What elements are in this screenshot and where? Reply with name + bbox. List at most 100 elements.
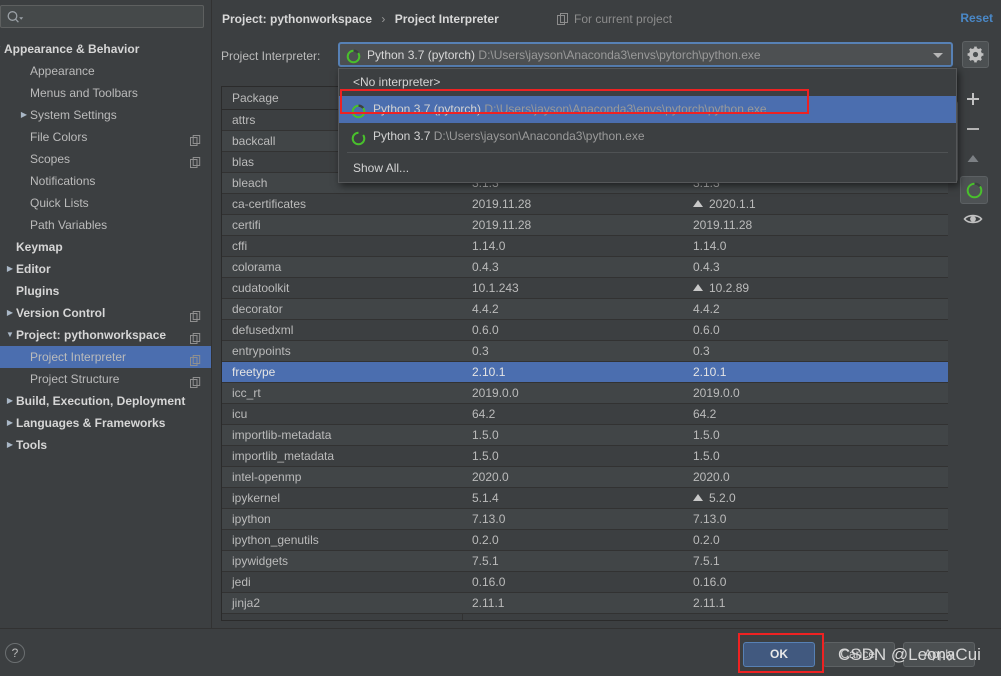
- sidebar-item-plugins[interactable]: Plugins: [0, 280, 211, 302]
- package-name: ipykernel: [232, 491, 281, 505]
- for-current-project-text: For current project: [574, 12, 673, 26]
- table-row[interactable]: intel-openmp 2020.0 2020.0: [222, 467, 954, 488]
- table-row[interactable]: entrypoints 0.3 0.3: [222, 341, 954, 362]
- install-package-button[interactable]: [960, 86, 988, 114]
- package-name: icu: [232, 407, 248, 421]
- settings-dialog: ▼Appearance & BehaviorAppearanceMenus an…: [0, 0, 1001, 676]
- sidebar-item-label: File Colors: [30, 130, 88, 144]
- dropdown-item-label: Python 3.7 (pytorch) D:\Users\jayson\Ana…: [373, 96, 767, 123]
- sidebar-item-path-variables[interactable]: Path Variables: [0, 214, 211, 236]
- table-row[interactable]: importlib-metadata 1.5.0 1.5.0: [222, 425, 954, 446]
- chevron-right-icon[interactable]: ▶: [4, 302, 16, 324]
- show-environment-button[interactable]: [960, 176, 988, 204]
- sidebar-item-menus-and-toolbars[interactable]: Menus and Toolbars: [0, 82, 211, 104]
- sidebar-item-keymap[interactable]: Keymap: [0, 236, 211, 258]
- project-interpreter-value: Python 3.7 (pytorch) D:\Users\jayson\Ana…: [367, 44, 761, 65]
- search-input[interactable]: [25, 6, 200, 27]
- show-early-releases-button[interactable]: [960, 206, 988, 234]
- package-name: cffi: [232, 239, 248, 253]
- sidebar-item-editor[interactable]: ▶ Editor: [0, 258, 211, 280]
- package-version: 0.16.0: [472, 575, 506, 589]
- table-row[interactable]: ca-certificates 2019.11.28 2020.1.1: [222, 194, 954, 215]
- copy-icon: [557, 13, 569, 29]
- project-interpreter-combobox[interactable]: Python 3.7 (pytorch) D:\Users\jayson\Ana…: [338, 42, 953, 67]
- interpreter-name: Python 3.7 (pytorch): [367, 48, 476, 62]
- table-row[interactable]: freetype 2.10.1 2.10.1: [222, 362, 954, 383]
- interpreter-dropdown-popup[interactable]: <No interpreter> Python 3.7 (pytorch) D:\…: [338, 68, 957, 183]
- uninstall-package-button[interactable]: [960, 116, 988, 144]
- apply-button[interactable]: Apply: [903, 642, 975, 667]
- packages-row-list: attrs backcall blas bleach 3.1.3 3.1.3 ca-cert…: [222, 110, 954, 614]
- table-row[interactable]: ipython 7.13.0 7.13.0: [222, 509, 954, 530]
- table-row[interactable]: defusedxml 0.6.0 0.6.0: [222, 320, 954, 341]
- table-row[interactable]: ipywidgets 7.5.1 7.5.1: [222, 551, 954, 572]
- package-name: importlib_metadata: [232, 449, 335, 463]
- dropdown-item[interactable]: Show All...: [339, 155, 956, 182]
- sidebar-item-project-pythonworkspace[interactable]: ▼ Project: pythonworkspace: [0, 324, 211, 346]
- sidebar-item-appearance-behavior[interactable]: ▼Appearance & Behavior: [0, 38, 211, 60]
- table-row[interactable]: importlib_metadata 1.5.0 1.5.0: [222, 446, 954, 467]
- sidebar-item-tools[interactable]: ▶ Tools: [0, 434, 211, 456]
- sidebar-item-system-settings[interactable]: ▶ System Settings: [0, 104, 211, 126]
- table-row[interactable]: cudatoolkit 10.1.243 10.2.89: [222, 278, 954, 299]
- sidebar-item-scopes[interactable]: Scopes: [0, 148, 211, 170]
- package-name: ipython: [232, 512, 271, 526]
- sidebar-item-quick-lists[interactable]: Quick Lists: [0, 192, 211, 214]
- table-row[interactable]: jinja2 2.11.1 2.11.1: [222, 593, 954, 614]
- chevron-down-icon[interactable]: ▼: [4, 324, 16, 346]
- table-row[interactable]: icu 64.2 64.2: [222, 404, 954, 425]
- package-version: 0.3: [472, 344, 489, 358]
- dropdown-item[interactable]: Python 3.7 (pytorch) D:\Users\jayson\Ana…: [339, 96, 956, 123]
- dialog-button-bar: ? OK Cancel Apply: [0, 628, 1001, 676]
- sidebar-item-file-colors[interactable]: File Colors: [0, 126, 211, 148]
- sidebar-item-notifications[interactable]: Notifications: [0, 170, 211, 192]
- chevron-right-icon[interactable]: ▶: [4, 412, 16, 434]
- upgrade-package-button[interactable]: [960, 146, 988, 174]
- chevron-right-icon[interactable]: ▶: [4, 390, 16, 412]
- table-row[interactable]: cffi 1.14.0 1.14.0: [222, 236, 954, 257]
- package-latest-version: 0.3: [693, 344, 710, 358]
- chevron-right-icon[interactable]: ▶: [4, 434, 16, 456]
- interpreter-settings-button[interactable]: [962, 41, 989, 68]
- package-latest-version: 4.4.2: [693, 302, 720, 316]
- table-row[interactable]: colorama 0.4.3 0.4.3: [222, 257, 954, 278]
- ok-button[interactable]: OK: [743, 642, 815, 667]
- table-row[interactable]: decorator 4.4.2 4.4.2: [222, 299, 954, 320]
- package-name: entrypoints: [232, 344, 291, 358]
- dropdown-item[interactable]: Python 3.7 D:\Users\jayson\Anaconda3\pyt…: [339, 123, 956, 150]
- settings-search-box[interactable]: [0, 5, 204, 28]
- sidebar-item-project-structure[interactable]: Project Structure: [0, 368, 211, 390]
- help-button[interactable]: ?: [5, 643, 25, 663]
- packages-toolbar: [960, 86, 991, 621]
- package-latest-version: 2020.0: [693, 470, 730, 484]
- cancel-button[interactable]: Cancel: [823, 642, 895, 667]
- copy-icon: [190, 329, 201, 344]
- copy-icon: [190, 307, 201, 322]
- chevron-down-icon[interactable]: [933, 53, 943, 58]
- sidebar-item-label: Plugins: [16, 284, 60, 298]
- package-version: 2019.11.28: [472, 218, 532, 232]
- table-row[interactable]: jedi 0.16.0 0.16.0: [222, 572, 954, 593]
- breadcrumb-root[interactable]: Project: pythonworkspace: [222, 12, 372, 26]
- column-header-package[interactable]: Package: [232, 87, 279, 109]
- table-row[interactable]: ipykernel 5.1.4 5.2.0: [222, 488, 954, 509]
- dropdown-item[interactable]: <No interpreter>: [339, 69, 956, 96]
- package-version: 7.5.1: [472, 554, 499, 568]
- sidebar-item-build-execution-deployment[interactable]: ▶ Build, Execution, Deployment: [0, 390, 211, 412]
- sidebar-item-appearance[interactable]: Appearance: [0, 60, 211, 82]
- package-version: 1.5.0: [472, 428, 499, 442]
- sidebar-item-version-control[interactable]: ▶ Version Control: [0, 302, 211, 324]
- package-version: 7.13.0: [472, 512, 506, 526]
- reset-link[interactable]: Reset: [960, 10, 993, 26]
- table-row[interactable]: ipython_genutils 0.2.0 0.2.0: [222, 530, 954, 551]
- sidebar-item-languages-frameworks[interactable]: ▶ Languages & Frameworks: [0, 412, 211, 434]
- table-row[interactable]: icc_rt 2019.0.0 2019.0.0: [222, 383, 954, 404]
- chevron-right-icon[interactable]: ▶: [4, 258, 16, 280]
- chevron-right-icon[interactable]: ▶: [18, 104, 30, 126]
- dropdown-item-name: Python 3.7 (pytorch): [373, 102, 482, 116]
- sidebar-item-label: Languages & Frameworks: [16, 416, 166, 430]
- package-latest-version: 64.2: [693, 407, 717, 421]
- package-name: jinja2: [232, 596, 261, 610]
- sidebar-item-project-interpreter[interactable]: Project Interpreter: [0, 346, 211, 368]
- table-row[interactable]: certifi 2019.11.28 2019.11.28: [222, 215, 954, 236]
